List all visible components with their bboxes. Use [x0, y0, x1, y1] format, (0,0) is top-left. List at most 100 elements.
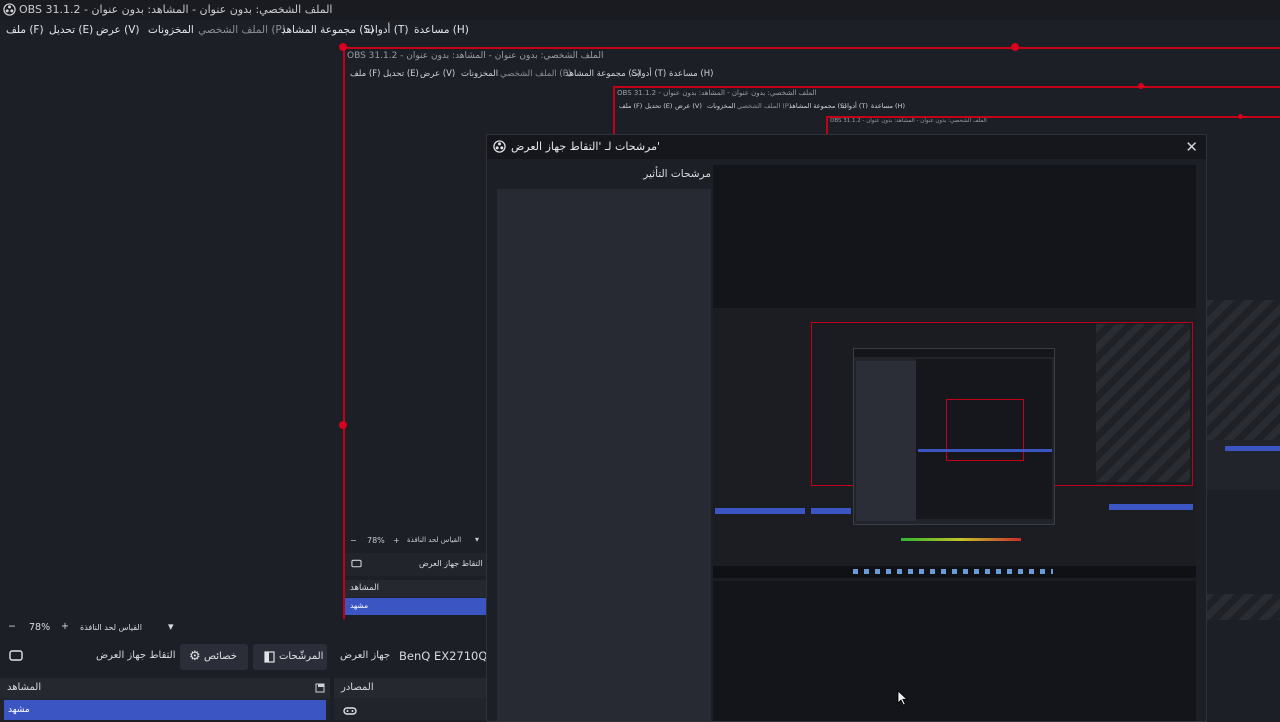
- properties-button[interactable]: ⚙ خصائص: [180, 644, 248, 670]
- menu-bar: ملف (F) تحديل (E) عرض (V) المخزونات المل…: [0, 20, 1280, 42]
- hatched-preview-area: [1205, 300, 1280, 440]
- window-title: OBS 31.1.2 - الملف الشخصي: بدون عنوان - …: [19, 3, 333, 16]
- nested-scene-label: مشهد: [350, 601, 369, 610]
- nested-source-name: التقاط جهاز العرض: [419, 559, 483, 568]
- nested-zoom-plus: +: [393, 536, 400, 545]
- menu-file[interactable]: ملف (F): [6, 24, 44, 36]
- properties-label: خصائص: [204, 651, 237, 662]
- nested-scenes-title: المشاهد: [350, 583, 379, 593]
- obs-logo-icon: [3, 3, 16, 16]
- nested-menu-item: المخزونات: [461, 69, 499, 79]
- nested-source-row: التقاط جهاز العرض: [345, 553, 486, 576]
- menu-scene-collection[interactable]: مجموعة المشاهد (S): [281, 24, 374, 36]
- gear-icon: ⚙: [189, 649, 201, 664]
- nested-menu-item: تحديل (E): [645, 102, 673, 110]
- nested-menu-item: مساعدة (H): [669, 69, 714, 79]
- captured-audio-meter: [901, 538, 1021, 541]
- filter-icon: [264, 651, 275, 663]
- transform-handle: [1238, 114, 1243, 119]
- menu-docks[interactable]: المخزونات: [148, 24, 194, 36]
- display-label: جهاز العرض: [340, 650, 391, 661]
- menu-profile[interactable]: الملف الشخصي (P): [198, 24, 286, 36]
- scenes-title: المشاهد: [7, 682, 42, 693]
- cursor-icon: [897, 690, 908, 706]
- popout-icon[interactable]: [315, 683, 325, 693]
- dialog-title-bar: مرشحات لـ 'التقاط جهاز العرض' ✕: [487, 135, 1206, 159]
- nested-title-2: OBS 31.1.2 - الملف الشخصي: بدون عنوان - …: [617, 89, 817, 97]
- filters-dialog: مرشحات لـ 'التقاط جهاز العرض' ✕ مرشحات ا…: [486, 134, 1207, 722]
- nested-menu-item: الملف الشخصي (P): [500, 69, 572, 79]
- effect-filters-label: مرشحات التأثير: [643, 168, 711, 180]
- nested-zoom-value: 78%: [367, 536, 385, 545]
- sources-title: المصادر: [341, 682, 374, 693]
- chevron-down-icon: ▾: [475, 535, 480, 544]
- mirrored-window-fragment: [1205, 154, 1280, 620]
- preview-capture-image: [713, 308, 1196, 581]
- monitor-icon: [351, 559, 362, 568]
- selected-source-label: التقاط جهاز العرض: [96, 650, 176, 661]
- scale-mode-select[interactable]: القياس لحد النافذة: [80, 623, 142, 632]
- nested-menu-item: أدوات (T): [841, 102, 868, 110]
- zoom-bar: − 78% + القياس لحد النافذة ▾: [0, 619, 486, 637]
- transform-handle[interactable]: [339, 421, 347, 429]
- obs-logo-icon: [493, 140, 506, 153]
- effect-filters-list[interactable]: [497, 189, 711, 721]
- nested-title-1: OBS 31.1.2 - الملف الشخصي: بدون عنوان - …: [347, 51, 604, 61]
- close-icon[interactable]: ✕: [1185, 138, 1198, 156]
- captured-control-selected: [1109, 504, 1193, 510]
- captured-source-selected: [811, 508, 851, 514]
- nested-scenes-header: المشاهد: [345, 580, 486, 597]
- scene-item-label: مشهد: [8, 705, 30, 715]
- nested-zoom-minus: −: [350, 536, 357, 545]
- captured-hatch: [1096, 324, 1190, 482]
- captured-scene-selected: [715, 508, 805, 514]
- nested-menu-item: ملف (F): [619, 102, 643, 110]
- captured-dialog-title: [854, 349, 1054, 357]
- captured-taskbar-icons: [853, 569, 1053, 574]
- title-bar: OBS 31.1.2 - الملف الشخصي: بدون عنوان - …: [0, 0, 1280, 20]
- menu-edit[interactable]: تحديل (E): [49, 24, 93, 36]
- dialog-title: مرشحات لـ 'التقاط جهاز العرض': [511, 140, 661, 153]
- nested-zoom-bar: − 78% + القياس لحد النافذة ▾: [345, 533, 486, 550]
- mirrored-dock: [1205, 440, 1280, 490]
- nested-menu-item: عرض (V): [675, 102, 702, 110]
- menu-help[interactable]: مساعدة (H): [414, 24, 469, 36]
- captured-taskbar: [713, 566, 1196, 578]
- nested-menu-item: تحديل (E): [383, 69, 419, 79]
- chevron-down-icon[interactable]: ▾: [168, 620, 174, 633]
- zoom-in-button[interactable]: +: [61, 621, 69, 632]
- mirrored-selection: [1225, 446, 1280, 451]
- menu-tools[interactable]: أدوات (T): [365, 24, 408, 36]
- scene-item[interactable]: مشهد: [4, 700, 326, 720]
- nested-menu-item: الملف الشخصي (P): [737, 102, 792, 110]
- transform-handle: [1138, 83, 1144, 89]
- nested-title-3: OBS 31.1.2 - الملف الشخصي: بدون عنوان - …: [830, 118, 987, 124]
- captured-dialog: [853, 348, 1055, 525]
- scenes-dock-header: المشاهد: [0, 678, 330, 698]
- menu-view[interactable]: عرض (V): [96, 24, 139, 36]
- nested-menu-item: مساعدة (H): [871, 102, 905, 110]
- captured-list: [856, 361, 916, 521]
- filters-button[interactable]: المرشّحات: [253, 644, 327, 670]
- nested-menu-item: المخزونات: [707, 102, 736, 110]
- transform-handle[interactable]: [1011, 43, 1019, 51]
- sources-list: [334, 698, 486, 720]
- filters-label: المرشّحات: [279, 651, 324, 662]
- gamepad-icon: [343, 707, 357, 715]
- captured-bar: [918, 449, 1052, 452]
- nested-menu-item: مجموعة المشاهد (S): [565, 69, 641, 79]
- nested-menu-item: ملف (F): [350, 69, 381, 79]
- sources-dock-header: المصادر: [334, 678, 486, 698]
- zoom-out-button[interactable]: −: [8, 621, 16, 632]
- nested-scale-mode: القياس لحد النافذة: [407, 536, 462, 544]
- nested-menu-item: عرض (V): [420, 69, 456, 79]
- transform-handle[interactable]: [339, 43, 347, 51]
- hatched-preview-area: [1205, 594, 1280, 620]
- zoom-value: 78%: [29, 622, 51, 633]
- nested-menu-item: أدوات (T): [631, 69, 667, 79]
- scenes-list: مشهد: [0, 698, 330, 720]
- monitor-icon: [9, 650, 23, 661]
- nested-menu-item: مجموعة المشاهد (S): [789, 102, 847, 110]
- nested-scene-item: مشهد: [345, 598, 486, 615]
- source-toolbar: التقاط جهاز العرض ⚙ خصائص المرشّحات جهاز…: [0, 640, 502, 674]
